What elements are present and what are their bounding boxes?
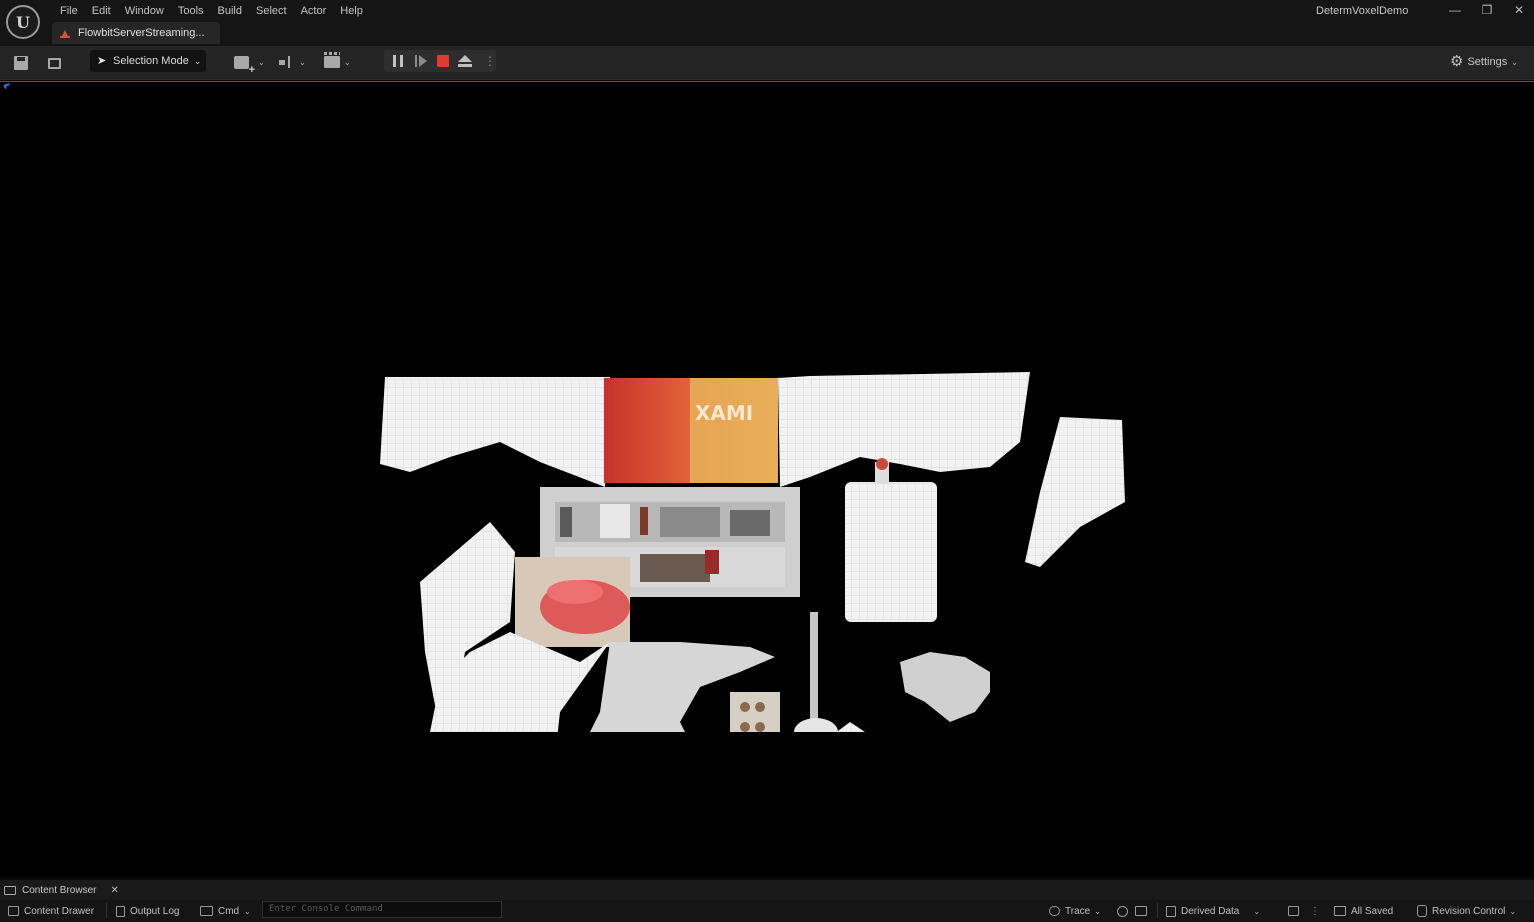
chevron-down-icon: ⌄ [244, 906, 251, 916]
console-command-input[interactable]: Enter Console Command [262, 901, 502, 918]
level-tab-label: FlowbitServerStreaming... [78, 27, 205, 39]
derived-data-label: Derived Data [1181, 905, 1240, 917]
content-browser-icon [4, 886, 16, 895]
content-browser-tab[interactable]: Content Browser ✕ [4, 882, 119, 899]
stop-icon[interactable] [437, 55, 449, 67]
unreal-logo-icon[interactable]: U [6, 5, 40, 39]
cmd-dropdown[interactable]: Cmd ⌄ [200, 903, 251, 919]
level-tab[interactable]: FlowbitServerStreaming... [52, 22, 220, 44]
content-drawer-label: Content Drawer [24, 905, 95, 917]
settings-label: Settings [1467, 56, 1508, 68]
output-log-icon [116, 905, 125, 917]
status-separator [1157, 903, 1158, 918]
chevron-down-icon: ⌄ [1511, 57, 1518, 67]
content-drawer-icon [8, 906, 19, 916]
main-toolbar [0, 46, 1534, 80]
save-status-icon [1334, 906, 1346, 916]
trace-label: Trace [1065, 905, 1091, 917]
cmd-label: Cmd [218, 905, 240, 917]
menu-edit[interactable]: Edit [86, 3, 119, 19]
trace-icon [1049, 906, 1060, 916]
chevron-down-icon: ⌄ [1094, 906, 1101, 916]
selection-mode-label: Selection Mode [113, 55, 189, 67]
step-frame-icon[interactable] [415, 55, 427, 67]
gear-icon: ⚙ [1450, 53, 1464, 70]
more-options-icon[interactable]: ⋮ [484, 53, 496, 69]
chevron-down-icon: ⌄ [299, 57, 306, 67]
menu-bar: File Edit Window Tools Build Select Acto… [54, 3, 371, 19]
menu-window[interactable]: Window [119, 3, 172, 19]
content-browser-tab-label: Content Browser [22, 885, 97, 896]
revision-control-dropdown[interactable]: Revision Control ⌄ [1417, 903, 1516, 919]
selection-mode-dropdown[interactable]: ➤ Selection Mode ⌄ [90, 50, 206, 72]
menu-actor[interactable]: Actor [295, 3, 335, 19]
chevron-down-icon: ⌄ [1253, 906, 1261, 916]
chevron-down-icon: ⌄ [344, 57, 351, 67]
chevron-down-icon: ⌄ [193, 55, 202, 66]
svg-text:XAMI: XAMI [695, 401, 753, 425]
add-actor-button[interactable]: ⌄ [234, 53, 265, 76]
save-icon[interactable] [12, 53, 30, 73]
all-saved-button[interactable]: All Saved [1334, 903, 1393, 919]
revision-control-label: Revision Control [1432, 905, 1506, 917]
close-window-button[interactable]: ✕ [1504, 2, 1534, 18]
trace-dropdown[interactable]: Trace ⌄ [1049, 903, 1101, 919]
blueprint-icon [279, 56, 297, 68]
revision-control-icon [1417, 905, 1427, 917]
content-drawer-button[interactable]: Content Drawer [8, 903, 94, 919]
derived-data-icon [1166, 905, 1176, 917]
level-icon [60, 29, 70, 38]
title-bar: U File Edit Window Tools Build Select Ac… [0, 0, 1534, 46]
output-log-button[interactable]: Output Log [116, 903, 179, 919]
menu-tools[interactable]: Tools [172, 3, 212, 19]
derived-data-dropdown[interactable]: Derived Data ⌄ [1166, 903, 1260, 919]
menu-select[interactable]: Select [250, 3, 295, 19]
cursor-icon: ➤ [97, 55, 107, 67]
eject-icon[interactable] [458, 55, 472, 67]
status-separator [106, 903, 107, 918]
project-name: DetermVoxelDemo [1316, 5, 1409, 17]
more-options-icon[interactable]: ⋮ [1310, 903, 1320, 919]
voxel-room-render: XAMI [380, 372, 1125, 732]
screenshot-icon[interactable] [1135, 903, 1147, 919]
clapperboard-icon [324, 52, 340, 68]
chevron-down-icon: ⌄ [1509, 906, 1517, 916]
console-icon [200, 906, 213, 916]
content-browse-icon[interactable] [46, 53, 68, 73]
record-icon[interactable] [1117, 903, 1128, 919]
cinematics-button[interactable]: ⌄ [324, 52, 351, 71]
blueprint-button[interactable]: ⌄ [279, 53, 306, 71]
close-icon[interactable]: ✕ [110, 885, 118, 896]
level-viewport[interactable]: XAMI [0, 81, 1534, 878]
play-controls: ⋮ [384, 50, 496, 72]
viewport-options-icon[interactable] [3, 83, 11, 89]
menu-file[interactable]: File [54, 3, 86, 19]
stats-icon[interactable] [1288, 903, 1299, 919]
chevron-down-icon: ⌄ [258, 57, 265, 67]
bottom-tab-bar: Content Browser ✕ [0, 880, 1534, 900]
minimize-button[interactable]: — [1440, 2, 1470, 18]
restore-button[interactable]: ❐ [1472, 2, 1502, 18]
menu-build[interactable]: Build [212, 3, 250, 19]
output-log-label: Output Log [130, 905, 180, 917]
pause-icon[interactable] [393, 55, 403, 67]
all-saved-label: All Saved [1351, 905, 1394, 917]
add-actor-icon [234, 55, 255, 76]
menu-help[interactable]: Help [334, 3, 371, 19]
settings-button[interactable]: ⚙ Settings ⌄ [1450, 53, 1518, 71]
